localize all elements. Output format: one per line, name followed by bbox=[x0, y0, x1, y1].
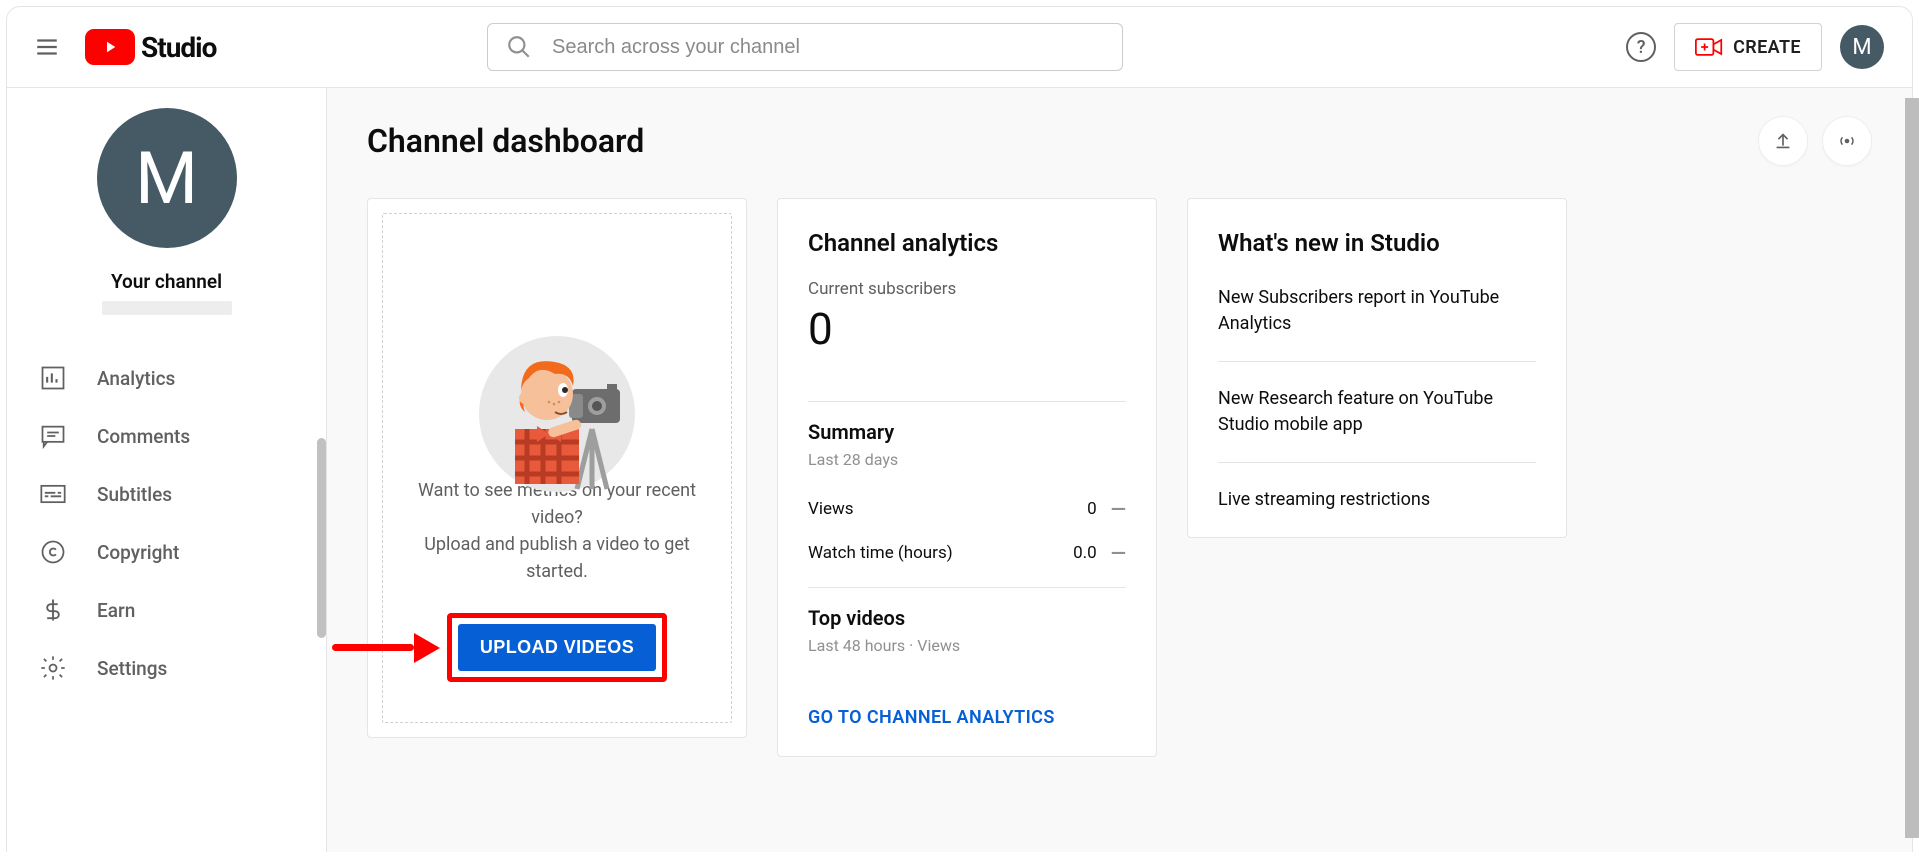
subscribers-label: Current subscribers bbox=[808, 279, 1126, 299]
divider bbox=[808, 587, 1126, 588]
summary-range: Last 28 days bbox=[808, 450, 1126, 469]
channel-label: Your channel bbox=[111, 270, 222, 293]
news-title: What's new in Studio bbox=[1218, 229, 1536, 257]
news-item[interactable]: New Subscribers report in YouTube Analyt… bbox=[1218, 279, 1536, 362]
topbar-right: ? CREATE M bbox=[1626, 23, 1884, 71]
sidebar-item-settings[interactable]: Settings bbox=[7, 639, 326, 697]
upload-button-highlight: UPLOAD VIDEOS bbox=[447, 613, 667, 682]
analytics-icon bbox=[39, 364, 67, 392]
sidebar-item-label: Analytics bbox=[97, 367, 175, 390]
stat-label: Watch time (hours) bbox=[808, 543, 953, 563]
sidebar-item-label: Subtitles bbox=[97, 483, 172, 506]
channel-header: M Your channel bbox=[7, 108, 326, 339]
logo-text: Studio bbox=[141, 31, 216, 64]
summary-title: Summary bbox=[808, 420, 1126, 444]
help-button[interactable]: ? bbox=[1626, 32, 1656, 62]
sidebar-nav: Analytics Comments Subtitles Copyright bbox=[7, 349, 326, 697]
analytics-card: Channel analytics Current subscribers 0 … bbox=[777, 198, 1157, 757]
divider bbox=[808, 401, 1126, 402]
sidebar-item-label: Comments bbox=[97, 425, 190, 448]
channel-name-placeholder bbox=[102, 301, 232, 315]
upload-action-button[interactable] bbox=[1758, 116, 1808, 166]
page-actions bbox=[1758, 116, 1872, 166]
page-title: Channel dashboard bbox=[367, 122, 644, 160]
arrow-head-icon bbox=[414, 633, 440, 663]
sidebar-item-subtitles[interactable]: Subtitles bbox=[7, 465, 326, 523]
top-videos-sub: Last 48 hours · Views bbox=[808, 636, 1126, 655]
create-label: CREATE bbox=[1733, 37, 1801, 58]
upload-illustration bbox=[477, 334, 637, 457]
settings-icon bbox=[39, 654, 67, 682]
news-card: What's new in Studio New Subscribers rep… bbox=[1187, 198, 1567, 538]
stat-trend: — bbox=[1111, 497, 1126, 521]
stat-value: 0 bbox=[1087, 499, 1097, 519]
sidebar-item-label: Copyright bbox=[97, 541, 179, 564]
upload-text-line2: Upload and publish a video to get starte… bbox=[424, 534, 690, 582]
annotation-arrow bbox=[332, 633, 440, 663]
sidebar: M Your channel Analytics Comments bbox=[7, 88, 327, 852]
channel-avatar[interactable]: M bbox=[97, 108, 237, 248]
sidebar-item-label: Earn bbox=[97, 599, 135, 622]
account-avatar[interactable]: M bbox=[1840, 25, 1884, 69]
search-icon bbox=[506, 34, 532, 60]
analytics-title: Channel analytics bbox=[808, 229, 1126, 257]
news-item[interactable]: Live streaming restrictions bbox=[1218, 463, 1536, 537]
sidebar-item-label: Settings bbox=[97, 657, 167, 680]
go-to-analytics-link[interactable]: GO TO CHANNEL ANALYTICS bbox=[808, 693, 1126, 736]
arrow-shaft bbox=[332, 644, 414, 651]
topbar: Studio ? CREATE M bbox=[6, 6, 1913, 88]
search-box[interactable] bbox=[487, 23, 1123, 71]
page-scrollbar[interactable] bbox=[1905, 98, 1919, 838]
subscribers-count: 0 bbox=[808, 303, 1126, 355]
create-camera-icon bbox=[1695, 36, 1723, 58]
stat-label: Views bbox=[808, 499, 854, 519]
go-live-button[interactable] bbox=[1822, 116, 1872, 166]
subtitles-icon bbox=[39, 480, 67, 508]
stat-trend: — bbox=[1111, 541, 1126, 565]
youtube-play-icon bbox=[85, 29, 135, 65]
news-item[interactable]: New Research feature on YouTube Studio m… bbox=[1218, 362, 1536, 463]
stat-value: 0.0 bbox=[1073, 543, 1097, 563]
sidebar-item-analytics[interactable]: Analytics bbox=[7, 349, 326, 407]
search-wrap bbox=[487, 23, 1123, 71]
sidebar-scrollbar[interactable] bbox=[317, 438, 326, 638]
menu-button[interactable] bbox=[27, 27, 67, 67]
top-videos-title: Top videos bbox=[808, 606, 1126, 630]
sidebar-item-copyright[interactable]: Copyright bbox=[7, 523, 326, 581]
main-content: Channel dashboard bbox=[327, 88, 1912, 852]
create-button[interactable]: CREATE bbox=[1674, 23, 1822, 71]
live-icon bbox=[1836, 130, 1858, 152]
sidebar-item-comments[interactable]: Comments bbox=[7, 407, 326, 465]
studio-logo[interactable]: Studio bbox=[85, 29, 216, 65]
upload-videos-button[interactable]: UPLOAD VIDEOS bbox=[458, 624, 656, 671]
upload-card-inner: Want to see metrics on your recent video… bbox=[382, 213, 732, 723]
stat-row-views: Views 0 — bbox=[808, 487, 1126, 531]
upload-card: Want to see metrics on your recent video… bbox=[367, 198, 747, 738]
earn-icon bbox=[39, 596, 67, 624]
sidebar-item-earn[interactable]: Earn bbox=[7, 581, 326, 639]
hamburger-icon bbox=[34, 34, 60, 60]
stat-row-watchtime: Watch time (hours) 0.0 — bbox=[808, 531, 1126, 575]
comments-icon bbox=[39, 422, 67, 450]
upload-icon bbox=[1772, 130, 1794, 152]
copyright-icon bbox=[39, 538, 67, 566]
dashboard-cards: Want to see metrics on your recent video… bbox=[367, 198, 1872, 757]
page-header: Channel dashboard bbox=[367, 116, 1872, 166]
search-input[interactable] bbox=[552, 36, 1104, 59]
